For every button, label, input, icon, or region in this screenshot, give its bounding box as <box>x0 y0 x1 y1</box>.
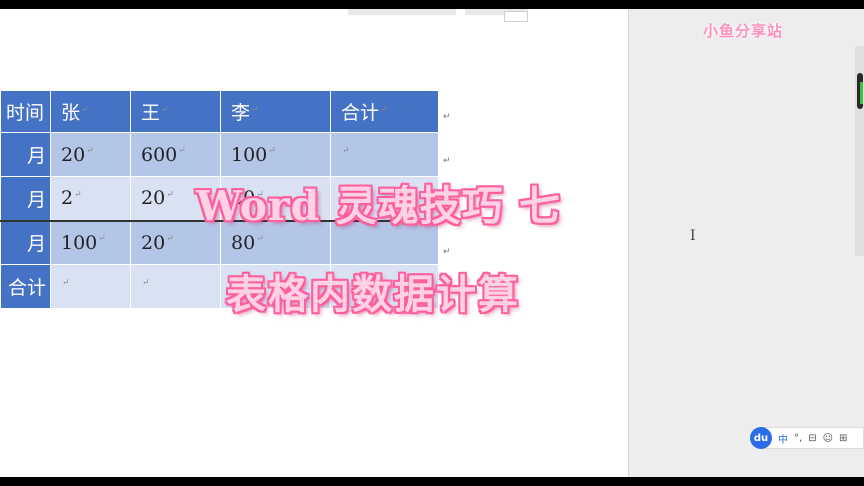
header-cell-time-text: 时间 <box>5 102 44 124</box>
top-black-bar <box>0 0 864 9</box>
punctuation-icon[interactable]: °, <box>794 433 802 444</box>
row-end-mark: ↵ <box>443 247 451 257</box>
paragraph-mark: ↵ <box>268 146 276 157</box>
table-header-row: 时间 张↵ 王↵ 李↵ 合计↵ <box>0 90 439 133</box>
header-text: 张 <box>61 102 81 124</box>
paragraph-mark: ↵ <box>86 146 94 157</box>
table-cell[interactable]: 100↵ <box>220 132 331 177</box>
ruler-fragment <box>348 9 528 15</box>
row-label[interactable]: 合计 <box>0 264 51 309</box>
cell-value: 20 <box>61 143 86 166</box>
lang-toggle-button[interactable]: 中 <box>778 431 788 446</box>
table-cell[interactable]: ↵ <box>130 264 221 309</box>
paragraph-mark: ↵ <box>161 104 169 115</box>
header-cell-time[interactable]: 时间 <box>0 90 51 133</box>
toolbox-icon[interactable]: ⊟ <box>808 433 816 444</box>
cell-value: 2 <box>61 187 74 210</box>
table-cell[interactable]: 100↵ <box>50 219 131 265</box>
video-title-overlay: Word 灵魂技巧 七 <box>196 182 561 230</box>
paragraph-mark: ↵ <box>81 104 89 115</box>
cell-value: 20 <box>141 187 166 210</box>
table-cell[interactable]: ↵ <box>330 132 439 177</box>
table-cell[interactable]: 2↵ <box>50 176 131 221</box>
paragraph-mark: ↵ <box>178 146 186 157</box>
baidu-ime-logo-icon[interactable]: du <box>750 427 772 449</box>
bottom-black-bar <box>0 477 864 486</box>
paragraph-mark: ↵ <box>166 234 174 245</box>
row-end-mark: ↵ <box>443 156 451 166</box>
row-label[interactable]: 月 <box>0 132 51 177</box>
cell-value: 100 <box>231 143 268 166</box>
paragraph-mark: ↵ <box>256 234 264 245</box>
header-cell-zhang[interactable]: 张↵ <box>50 90 131 133</box>
header-cell-wang[interactable]: 王↵ <box>130 90 221 133</box>
paragraph-mark: ↵ <box>74 189 82 200</box>
table-cell[interactable]: 600↵ <box>130 132 221 177</box>
side-panel <box>628 9 864 477</box>
cell-value: 100 <box>61 231 98 254</box>
cell-value: 20 <box>141 231 166 254</box>
cell-value: 600 <box>141 143 178 166</box>
paragraph-mark: ↵ <box>62 278 70 289</box>
paragraph-mark: ↵ <box>166 189 174 200</box>
header-text: 李 <box>231 102 251 124</box>
ruler-box <box>504 11 528 22</box>
paragraph-mark: ↵ <box>142 278 150 289</box>
text-cursor-icon: I <box>690 228 696 244</box>
header-text: 合计 <box>341 102 380 124</box>
paragraph-mark: ↵ <box>380 104 388 115</box>
row-end-mark: ↵ <box>443 112 451 122</box>
paragraph-mark: ↵ <box>98 234 106 245</box>
row-label[interactable]: 月 <box>0 219 51 265</box>
cell-value: 80 <box>231 231 256 254</box>
grid-icon[interactable]: ⊞ <box>839 433 847 444</box>
table-cell[interactable]: 20↵ <box>50 132 131 177</box>
video-subtitle-overlay: 表格内数据计算 <box>226 271 520 318</box>
row-label[interactable]: 月 <box>0 176 51 221</box>
header-text: 王 <box>141 102 161 124</box>
scroll-indicator <box>860 82 863 104</box>
table-cell[interactable]: ↵ <box>50 264 131 309</box>
watermark-text: 小鱼分享站 <box>703 22 784 40</box>
user-icon[interactable]: ☺ <box>823 433 833 444</box>
paragraph-mark: ↵ <box>251 104 259 115</box>
header-cell-total[interactable]: 合计↵ <box>330 90 439 133</box>
table-row: 月 20↵ 600↵ 100↵ ↵ <box>0 132 439 177</box>
ime-toolbar[interactable]: du 中 °, ⊟ ☺ ⊞ <box>750 427 864 449</box>
header-cell-li[interactable]: 李↵ <box>220 90 331 133</box>
paragraph-mark: ↵ <box>342 146 350 157</box>
